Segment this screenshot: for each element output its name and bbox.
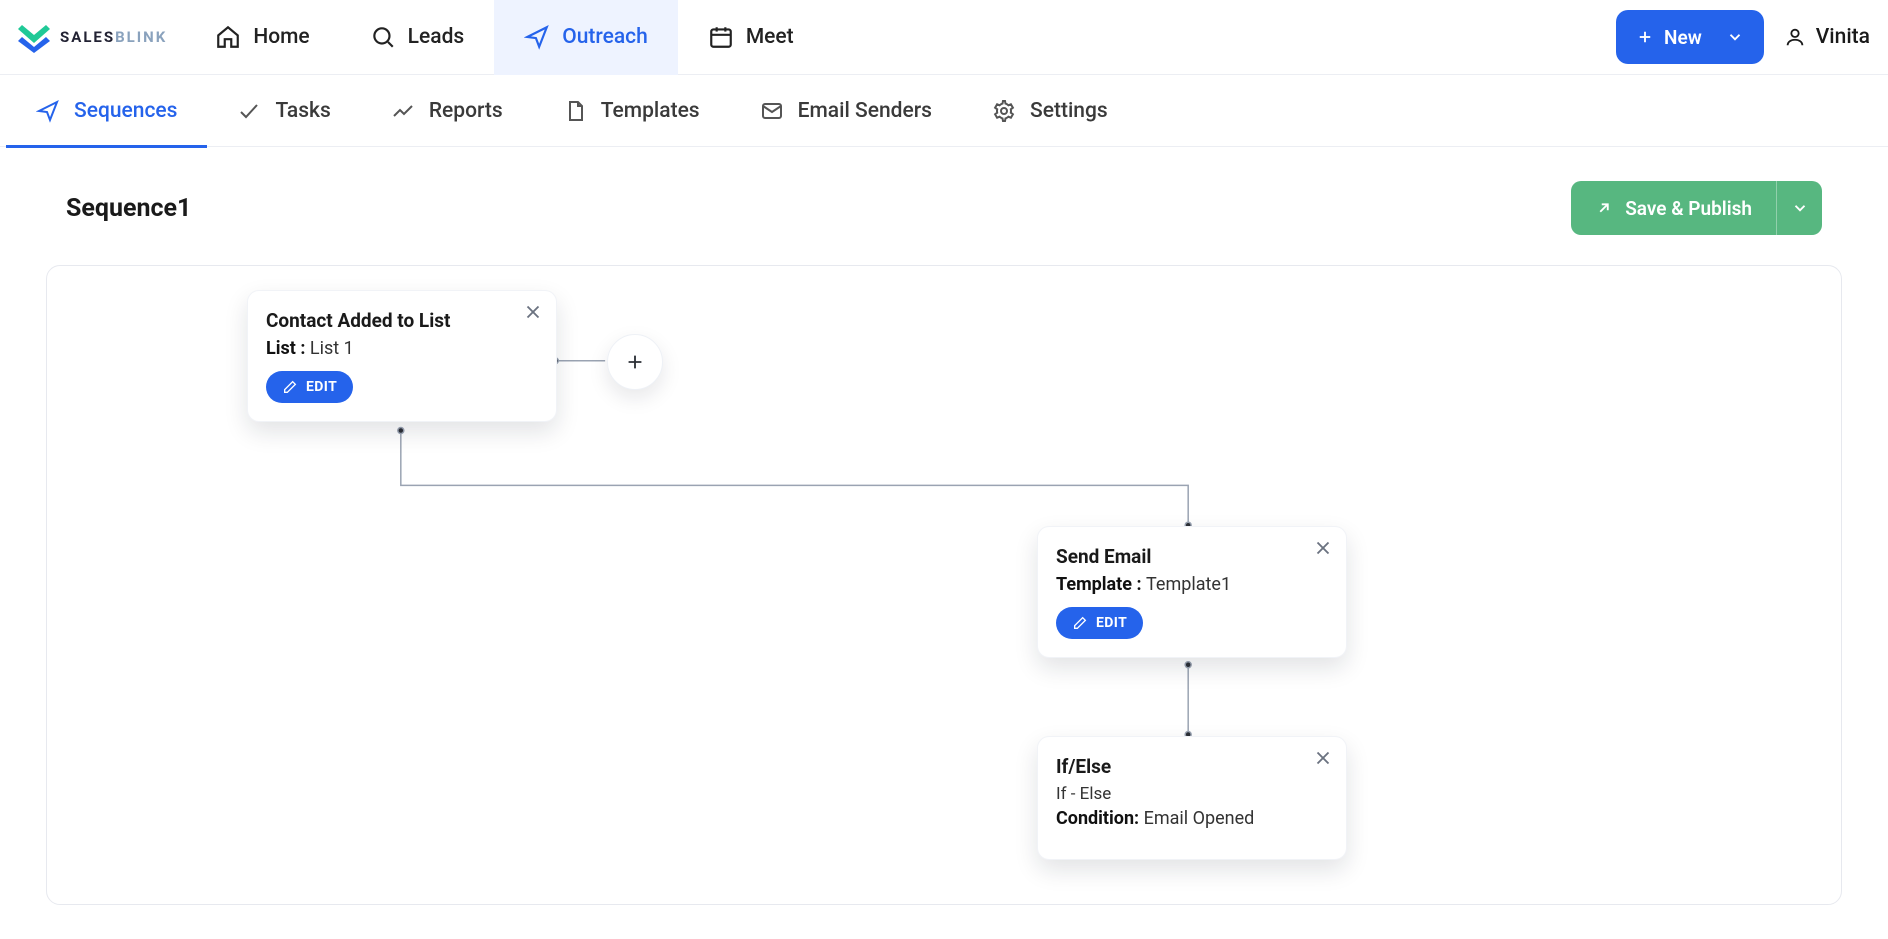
tab-email-senders[interactable]: Email Senders <box>730 75 962 147</box>
sequence-canvas[interactable]: Contact Added to List List : List 1 EDIT… <box>46 265 1842 905</box>
tab-label: Sequences <box>74 99 177 123</box>
file-icon <box>563 99 587 123</box>
save-publish-label: Save & Publish <box>1625 197 1752 220</box>
chevron-down-icon <box>1726 28 1744 46</box>
plus-icon <box>1636 28 1654 46</box>
tab-sequences[interactable]: Sequences <box>6 75 207 147</box>
node-close-button[interactable] <box>1312 747 1334 769</box>
tab-label: Reports <box>429 99 503 123</box>
node-edit-button[interactable]: EDIT <box>1056 607 1143 639</box>
save-publish-button[interactable]: Save & Publish <box>1571 181 1776 235</box>
node-edit-button[interactable]: EDIT <box>266 371 353 403</box>
user-menu[interactable]: Vinita <box>1784 25 1870 49</box>
tab-label: Tasks <box>275 99 330 123</box>
save-publish-group: Save & Publish <box>1571 181 1822 235</box>
node-close-button[interactable] <box>522 301 544 323</box>
user-name: Vinita <box>1816 25 1870 49</box>
node-field: List : List 1 <box>266 338 538 359</box>
page-body: Sequence1 Save & Publish <box>0 147 1888 939</box>
nav-label: Leads <box>408 25 465 49</box>
tab-reports[interactable]: Reports <box>361 75 533 147</box>
gear-icon <box>992 99 1016 123</box>
check-icon <box>237 99 261 123</box>
top-navigation: SALESBLINK Home Leads Outreach Meet New … <box>0 0 1888 75</box>
page-title: Sequence1 <box>66 194 191 223</box>
save-publish-caret[interactable] <box>1776 181 1822 235</box>
arrow-up-right-icon <box>1595 199 1613 217</box>
tab-settings[interactable]: Settings <box>962 75 1138 147</box>
chevron-down-icon <box>1791 199 1809 217</box>
new-button[interactable]: New <box>1616 10 1764 64</box>
node-send-email[interactable]: Send Email Template : Template1 EDIT <box>1037 526 1347 658</box>
nav-outreach[interactable]: Outreach <box>494 0 678 75</box>
nav-meet[interactable]: Meet <box>678 0 824 75</box>
node-field: Template : Template1 <box>1056 574 1328 595</box>
pencil-icon <box>282 379 298 395</box>
send-icon <box>524 24 550 50</box>
tab-templates[interactable]: Templates <box>533 75 730 147</box>
logo-mark-icon <box>14 21 54 53</box>
home-icon <box>215 24 241 50</box>
envelope-icon <box>760 99 784 123</box>
node-close-button[interactable] <box>1312 537 1334 559</box>
close-icon <box>1312 537 1334 559</box>
nav-home[interactable]: Home <box>185 0 339 75</box>
sub-navigation: Sequences Tasks Reports Templates Email … <box>0 75 1888 147</box>
close-icon <box>1312 747 1334 769</box>
tab-label: Settings <box>1030 99 1108 123</box>
brand-logo[interactable]: SALESBLINK <box>14 21 167 53</box>
add-step-button[interactable] <box>607 334 663 390</box>
node-subtitle: If - Else <box>1056 784 1328 804</box>
close-icon <box>522 301 544 323</box>
plus-icon <box>624 351 646 373</box>
brand-text: SALESBLINK <box>60 28 167 46</box>
chart-icon <box>391 99 415 123</box>
send-icon <box>36 99 60 123</box>
node-field: Condition: Email Opened <box>1056 808 1328 829</box>
nav-label: Outreach <box>562 25 648 49</box>
node-if-else[interactable]: If/Else If - Else Condition: Email Opene… <box>1037 736 1347 860</box>
tab-label: Email Senders <box>798 99 932 123</box>
nav-label: Home <box>253 25 309 49</box>
node-title: Send Email <box>1056 545 1328 568</box>
tab-label: Templates <box>601 99 700 123</box>
calendar-icon <box>708 24 734 50</box>
nav-leads[interactable]: Leads <box>340 0 495 75</box>
node-trigger[interactable]: Contact Added to List List : List 1 EDIT <box>247 290 557 422</box>
tab-tasks[interactable]: Tasks <box>207 75 360 147</box>
search-icon <box>370 24 396 50</box>
nav-label: Meet <box>746 25 794 49</box>
user-icon <box>1784 26 1806 48</box>
pencil-icon <box>1072 615 1088 631</box>
new-label: New <box>1664 26 1702 49</box>
page-header: Sequence1 Save & Publish <box>36 181 1852 235</box>
node-title: Contact Added to List <box>266 309 538 332</box>
node-title: If/Else <box>1056 755 1328 778</box>
